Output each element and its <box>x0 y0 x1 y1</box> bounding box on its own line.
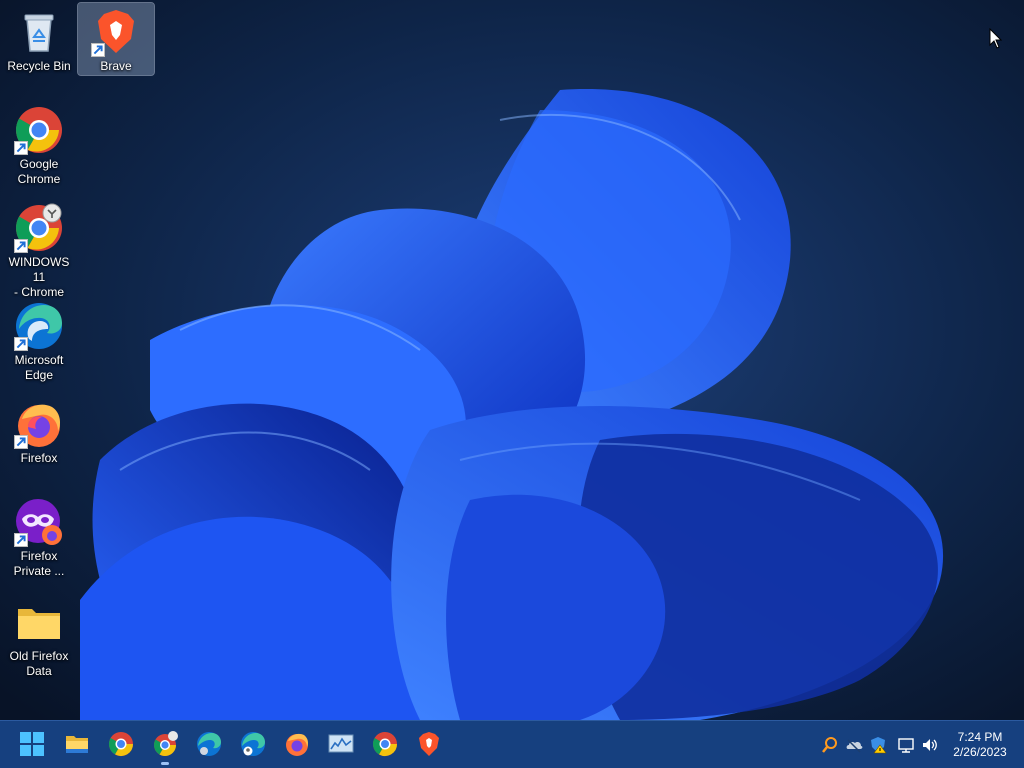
firefox-icon <box>286 733 308 756</box>
chrome-icon <box>372 732 397 757</box>
desktop-icon-label: WINDOWS 11 - Chrome <box>8 255 70 299</box>
running-indicator <box>161 762 169 765</box>
taskbar: 7:24 PM 2/26/2023 <box>0 720 1024 768</box>
chrome-profile-icon <box>154 731 178 756</box>
desktop-icon-label: Firefox Private ... <box>13 549 65 578</box>
taskbar-firefox[interactable] <box>282 729 312 759</box>
desktop-icon-google-chrome[interactable]: Google Chrome <box>1 101 77 187</box>
shortcut-arrow-icon <box>14 141 28 155</box>
taskbar-google-chrome[interactable] <box>106 729 136 759</box>
desktop-icon-label: Recycle Bin <box>7 59 71 73</box>
desktop-icon-recycle-bin[interactable]: Recycle Bin <box>1 3 77 74</box>
shortcut-arrow-icon <box>91 43 105 57</box>
desktop-icon-label: Microsoft Edge <box>14 353 64 382</box>
firefox-icon <box>14 399 64 449</box>
taskbar-windows11-chrome[interactable] <box>150 729 180 765</box>
brave-icon <box>91 7 141 57</box>
tray-volume[interactable] <box>920 735 940 755</box>
network-icon <box>898 738 914 753</box>
chrome-icon <box>108 732 133 757</box>
firefox-private-icon <box>14 497 64 547</box>
wallpaper-bloom <box>0 0 1024 720</box>
tray-network[interactable] <box>896 735 916 755</box>
desktop-icon-firefox-private[interactable]: Firefox Private ... <box>1 493 77 579</box>
onedrive-offline-icon <box>846 739 863 753</box>
clock-date: 2/26/2023 <box>953 745 1007 759</box>
recycle-bin-icon <box>14 7 64 57</box>
brave-icon <box>419 732 439 756</box>
volume-icon <box>923 739 937 751</box>
taskbar-brave[interactable] <box>414 729 444 759</box>
folder-icon <box>14 597 64 647</box>
shortcut-arrow-icon <box>14 337 28 351</box>
desktop-icon-label: Google Chrome <box>17 157 61 186</box>
taskbar-file-explorer[interactable] <box>62 729 92 759</box>
shortcut-arrow-icon <box>14 435 28 449</box>
mouse-cursor-icon <box>989 28 1003 49</box>
desktop-icon-label: Firefox <box>20 451 58 465</box>
taskbar-resource-monitor[interactable] <box>326 729 356 759</box>
desktop-icon-old-firefox-data[interactable]: Old Firefox Data <box>1 593 77 679</box>
tray-security[interactable] <box>868 735 888 755</box>
taskbar-microsoft-edge-profile[interactable] <box>238 729 268 759</box>
edge-profile-icon <box>241 732 265 756</box>
tray-search[interactable] <box>820 735 840 755</box>
desktop-icon-label: Old Firefox Data <box>9 649 69 678</box>
edge-icon <box>197 732 221 756</box>
security-warning-icon <box>871 737 887 754</box>
shortcut-arrow-icon <box>14 533 28 547</box>
start-button[interactable] <box>17 729 47 759</box>
tray-onedrive[interactable] <box>844 735 864 755</box>
desktop-icon-brave[interactable]: Brave <box>77 2 155 76</box>
taskbar-google-chrome-2[interactable] <box>370 729 400 759</box>
desktop-icon-microsoft-edge[interactable]: Microsoft Edge <box>1 297 77 383</box>
desktop-icon-label: Brave <box>100 59 132 73</box>
resource-monitor-icon <box>328 734 354 753</box>
shortcut-arrow-icon <box>14 239 28 253</box>
clock-time: 7:24 PM <box>957 730 1003 744</box>
edge-icon <box>14 301 64 351</box>
search-tray-icon <box>822 737 837 753</box>
desktop-icon-firefox[interactable]: Firefox <box>1 395 77 466</box>
chrome-icon <box>14 105 64 155</box>
desktop-icon-windows11-chrome[interactable]: WINDOWS 11 - Chrome <box>1 199 77 300</box>
taskbar-microsoft-edge[interactable] <box>194 729 224 759</box>
taskbar-clock[interactable]: 7:24 PM 2/26/2023 <box>944 730 1016 760</box>
chrome-profile-icon <box>14 203 64 253</box>
file-explorer-icon <box>66 736 88 753</box>
windows-start-icon <box>20 732 44 756</box>
